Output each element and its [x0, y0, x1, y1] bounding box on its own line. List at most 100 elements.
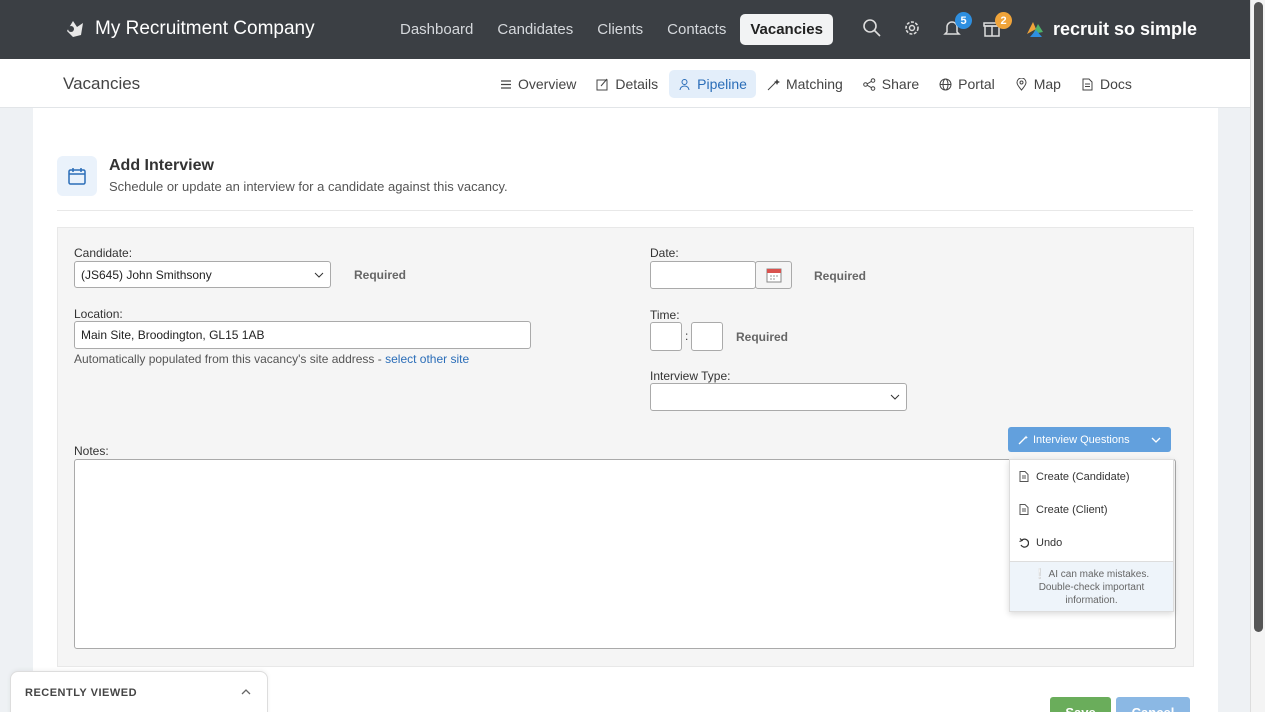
menu-item-label: Undo: [1036, 536, 1063, 549]
interview-questions-button[interactable]: Interview Questions: [1008, 427, 1171, 452]
time-required: Required: [736, 330, 789, 344]
tab-details[interactable]: Details: [587, 70, 667, 98]
interview-type-select[interactable]: [650, 383, 907, 411]
notes-label: Notes:: [74, 444, 109, 458]
info-icon: ❕: [1033, 569, 1047, 580]
document-icon: [1082, 78, 1093, 90]
undo-icon: [1019, 537, 1029, 548]
date-label: Date:: [650, 246, 679, 260]
tab-label: Overview: [518, 76, 577, 92]
tab-label: Docs: [1099, 76, 1132, 92]
candidate-label: Candidate:: [74, 246, 133, 260]
chevron-down-icon: [314, 272, 324, 278]
page-scrollbar[interactable]: [1250, 0, 1265, 712]
recently-viewed-panel[interactable]: RECENTLY VIEWED: [10, 671, 268, 712]
time-hour-input[interactable]: [650, 322, 682, 351]
document-icon: [1019, 471, 1029, 482]
menu-item-undo[interactable]: Undo: [1010, 526, 1173, 559]
date-required: Required: [814, 269, 867, 283]
cancel-button[interactable]: Cancel: [1116, 697, 1190, 712]
map-pin-icon: [1016, 77, 1027, 91]
candidate-value: (JS645) John Smithsony: [81, 267, 212, 282]
calendar-picker-icon: [766, 268, 781, 283]
main-nav: Dashboard Candidates Clients Contacts Va…: [390, 14, 837, 45]
document-icon: [1019, 504, 1029, 515]
interview-questions-label: Interview Questions: [1033, 433, 1130, 446]
tab-docs[interactable]: Docs: [1072, 70, 1141, 98]
interview-form: Candidate: (JS645) John Smithsony Requir…: [57, 227, 1194, 667]
menu-item-label: Create (Client): [1036, 503, 1108, 516]
calendar-icon: [57, 156, 97, 196]
tab-portal[interactable]: Portal: [930, 70, 1004, 98]
candidate-required: Required: [354, 268, 407, 282]
nav-candidates[interactable]: Candidates: [487, 14, 583, 45]
magic-wand-icon: [767, 78, 780, 90]
location-input[interactable]: Main Site, Broodington, GL15 1AB: [74, 321, 531, 349]
company-brand[interactable]: My Recruitment Company: [63, 17, 315, 41]
section-title: Vacancies: [63, 74, 141, 93]
chevron-down-icon: [1151, 437, 1161, 443]
product-name: recruit so simple: [1053, 18, 1198, 39]
edit-icon: [596, 78, 608, 90]
section-tabs: Overview Details Pipeline Matching Share…: [490, 70, 1143, 98]
tab-overview[interactable]: Overview: [490, 70, 585, 98]
bell-icon[interactable]: 5: [942, 12, 972, 40]
page-subtitle: Schedule or update an interview for a ca…: [109, 179, 508, 194]
recently-viewed-title: RECENTLY VIEWED: [25, 687, 138, 699]
time-minute-input[interactable]: [691, 322, 723, 351]
interview-questions-menu: Create (Candidate) Create (Client) Undo …: [1009, 459, 1174, 612]
notification-badge: 5: [955, 12, 972, 29]
nav-dashboard[interactable]: Dashboard: [390, 14, 483, 45]
time-separator: :: [685, 329, 689, 343]
header-divider: [57, 210, 1193, 211]
ai-disclaimer: ❕ AI can make mistakes. Double-check imp…: [1010, 561, 1173, 611]
tab-share[interactable]: Share: [854, 70, 928, 98]
nav-vacancies[interactable]: Vacancies: [740, 14, 833, 45]
location-help-text: Automatically populated from this vacanc…: [74, 352, 386, 366]
company-logo-icon: [67, 21, 83, 37]
top-navbar: My Recruitment Company Dashboard Candida…: [0, 0, 1250, 59]
interview-type-label: Interview Type:: [650, 369, 731, 383]
chevron-down-icon: [890, 394, 900, 400]
tab-map[interactable]: Map: [1006, 70, 1070, 98]
date-input[interactable]: [650, 261, 756, 289]
menu-item-create-client[interactable]: Create (Client): [1010, 493, 1173, 526]
scrollbar-thumb[interactable]: [1254, 2, 1263, 632]
tab-label: Map: [1033, 76, 1061, 92]
tab-label: Matching: [785, 76, 843, 92]
time-label: Time:: [650, 308, 680, 322]
chevron-up-icon[interactable]: [239, 685, 253, 699]
tab-matching[interactable]: Matching: [758, 70, 852, 98]
tab-label: Pipeline: [697, 76, 747, 92]
candidate-select[interactable]: (JS645) John Smithsony: [74, 261, 331, 288]
nav-contacts[interactable]: Contacts: [657, 14, 736, 45]
share-icon: [862, 77, 876, 91]
section-header: Vacancies Overview Details Pipeline Matc…: [0, 59, 1250, 108]
tab-label: Portal: [958, 76, 995, 92]
nav-clients[interactable]: Clients: [587, 14, 653, 45]
tab-pipeline[interactable]: Pipeline: [669, 70, 756, 98]
rss-logo-icon: [1027, 22, 1043, 37]
company-name: My Recruitment Company: [95, 18, 315, 39]
globe-icon: [939, 78, 952, 90]
tab-label: Details: [615, 76, 659, 92]
gift-badge: 2: [995, 12, 1012, 29]
menu-item-create-candidate[interactable]: Create (Candidate): [1010, 460, 1173, 493]
user-icon: [679, 78, 690, 90]
magic-wand-icon: [1018, 435, 1028, 444]
list-icon: [501, 79, 511, 89]
tab-label: Share: [881, 76, 920, 92]
top-icons: 5 2: [862, 12, 1012, 40]
search-icon[interactable]: [862, 18, 884, 40]
ai-disclaimer-text: AI can make mistakes. Double-check impor…: [1038, 569, 1150, 606]
product-logo[interactable]: recruit so simple: [1024, 18, 1197, 40]
select-other-site-link[interactable]: select other site: [385, 352, 469, 366]
date-picker-button[interactable]: [755, 261, 792, 289]
add-interview-card: Add Interview Schedule or update an inte…: [33, 108, 1218, 712]
location-label: Location:: [74, 307, 123, 321]
save-button[interactable]: Save: [1050, 697, 1111, 712]
location-value: Main Site, Broodington, GL15 1AB: [81, 328, 265, 342]
menu-item-label: Create (Candidate): [1036, 470, 1130, 483]
gear-icon[interactable]: [902, 18, 924, 40]
gift-icon[interactable]: 2: [982, 12, 1012, 40]
